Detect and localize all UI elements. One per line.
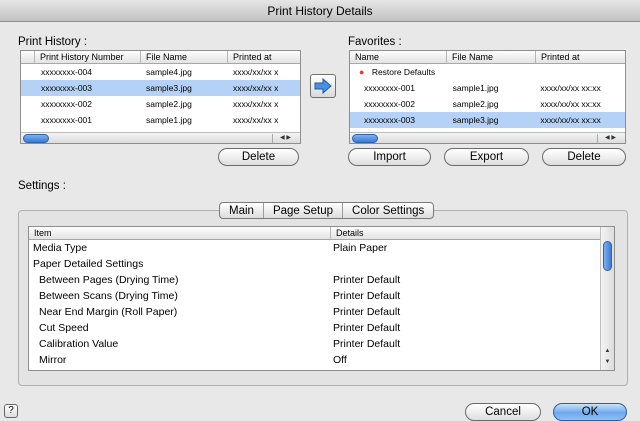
col-details[interactable]: Details <box>331 227 601 239</box>
scroll-thumb[interactable] <box>352 134 378 143</box>
settings-details-cell: Printer Default <box>333 290 401 302</box>
settings-rows: Media Type Plain Paper Paper Detailed Sett… <box>29 240 614 368</box>
history-file-cell: sample4.jpg <box>146 67 192 77</box>
history-number-cell: xxxxxxxx-002 <box>41 99 93 109</box>
restore-defaults-label: Restore Defaults <box>371 67 436 77</box>
favorite-printed-cell: xxxx/xx/xx xx:xx <box>540 99 601 109</box>
col-fav-file-name[interactable]: File Name <box>447 51 536 63</box>
settings-details-cell: Off <box>333 354 347 366</box>
favorite-file-cell: sample2.jpg <box>452 99 499 109</box>
favorite-file-cell: sample3.jpg <box>452 115 499 125</box>
favorite-printed-cell: xxxx/xx/xx xx:xx <box>540 115 601 125</box>
import-button[interactable]: Import <box>348 148 431 166</box>
history-number-cell: xxxxxxxx-004 <box>41 67 93 77</box>
favorite-row[interactable]: xxxxxxxx-002 sample2.jpg xxxx/xx/xx xx:xx <box>350 96 625 112</box>
settings-row[interactable]: Mirror Off <box>29 352 614 368</box>
favorites-table[interactable]: Name File Name Printed at ● Restore Defa… <box>349 50 626 144</box>
settings-row[interactable]: Between Scans (Drying Time) Printer Defau… <box>29 288 614 304</box>
scroll-arrows-icon[interactable]: ▲ ▼ <box>601 346 614 370</box>
restore-defaults-row[interactable]: ● Restore Defaults <box>350 64 625 80</box>
history-row[interactable]: xxxxxxxx-002 sample2.jpg xxxx/xx/xx x <box>21 96 300 112</box>
scroll-thumb[interactable] <box>23 134 49 143</box>
favorites-label: Favorites : <box>348 36 402 48</box>
settings-details-cell <box>331 256 601 272</box>
window-title: Print History Details <box>0 0 640 22</box>
settings-row[interactable]: Near End Margin (Roll Paper) Printer Defa… <box>29 304 614 320</box>
history-printed-cell: xxxx/xx/xx x <box>233 115 279 125</box>
favorites-header: Name File Name Printed at <box>350 51 625 64</box>
settings-item-cell: Paper Detailed Settings <box>33 258 144 270</box>
settings-details-cell: Plain Paper <box>333 242 388 254</box>
favorite-row[interactable]: xxxxxxxx-001 sample1.jpg xxxx/xx/xx xx:xx <box>350 80 625 96</box>
history-printed-cell: xxxx/xx/xx x <box>233 67 279 77</box>
settings-item-cell: Near End Margin (Roll Paper) <box>39 306 178 318</box>
settings-item-cell: Calibration Value <box>39 338 119 350</box>
favorites-horizontal-scrollbar[interactable]: ◀ ▶ <box>350 132 625 143</box>
settings-item-cell: Between Scans (Drying Time) <box>39 290 178 302</box>
ok-button[interactable]: OK <box>553 403 627 421</box>
help-icon[interactable]: ? <box>4 404 18 418</box>
favorite-file-cell: sample1.jpg <box>452 83 499 93</box>
print-history-table[interactable]: Print History Number File Name Printed a… <box>20 50 301 144</box>
export-button[interactable]: Export <box>444 148 529 166</box>
history-number-cell: xxxxxxxx-003 <box>41 83 93 93</box>
tab-color-settings[interactable]: Color Settings <box>343 203 433 218</box>
settings-item-cell: Mirror <box>39 354 67 366</box>
settings-details-cell: Printer Default <box>333 274 401 286</box>
settings-item-cell: Cut Speed <box>39 322 89 334</box>
add-to-favorites-button[interactable] <box>310 74 336 98</box>
settings-item-cell: Between Pages (Drying Time) <box>39 274 179 286</box>
red-dot-icon: ● <box>359 67 365 77</box>
history-row[interactable]: xxxxxxxx-001 sample1.jpg xxxx/xx/xx x <box>21 112 300 128</box>
settings-row[interactable]: Media Type Plain Paper <box>29 240 614 256</box>
history-file-cell: sample3.jpg <box>146 83 192 93</box>
tab-main[interactable]: Main <box>220 203 264 218</box>
settings-row[interactable]: Paper Detailed Settings <box>29 256 614 272</box>
print-history-header: Print History Number File Name Printed a… <box>21 51 300 64</box>
print-history-label: Print History : <box>18 36 88 48</box>
settings-row[interactable]: Between Pages (Drying Time) Printer Defau… <box>29 272 614 288</box>
col-item[interactable]: Item <box>29 227 331 239</box>
favorite-row[interactable]: xxxxxxxx-003 sample3.jpg xxxx/xx/xx xx:xx <box>350 112 625 128</box>
col-file-name[interactable]: File Name <box>141 51 228 63</box>
favorite-name-cell: xxxxxxxx-002 <box>364 99 416 109</box>
favorites-delete-button[interactable]: Delete <box>542 148 626 166</box>
col-name[interactable]: Name <box>350 51 447 63</box>
col-fav-printed-at[interactable]: Printed at <box>536 51 624 63</box>
scroll-arrows-icon[interactable]: ◀ ▶ <box>597 134 623 143</box>
history-printed-cell: xxxx/xx/xx x <box>233 83 279 93</box>
tab-page-setup[interactable]: Page Setup <box>264 203 344 218</box>
history-delete-button[interactable]: Delete <box>218 148 299 166</box>
scroll-thumb[interactable] <box>603 241 612 271</box>
settings-details-cell: Printer Default <box>333 306 401 318</box>
print-history-rows: xxxxxxxx-004 sample4.jpg xxxx/xx/xx x xxxxx… <box>21 64 300 128</box>
history-horizontal-scrollbar[interactable]: ◀ ▶ <box>21 132 300 143</box>
col-print-history-number[interactable]: Print History Number <box>35 51 141 63</box>
favorite-name-cell: xxxxxxxx-003 <box>364 115 416 125</box>
settings-item-cell: Media Type <box>33 242 88 254</box>
settings-table[interactable]: Item Details Media Type Plain Paper Paper … <box>28 226 615 371</box>
history-row[interactable]: xxxxxxxx-004 sample4.jpg xxxx/xx/xx x <box>21 64 300 80</box>
right-arrow-icon <box>314 77 332 95</box>
settings-details-cell: Printer Default <box>333 338 401 350</box>
settings-label: Settings : <box>18 180 66 192</box>
favorites-rows: xxxxxxxx-001 sample1.jpg xxxx/xx/xx xx:xx x… <box>350 80 625 128</box>
scroll-arrows-icon[interactable]: ◀ ▶ <box>272 134 298 143</box>
favorite-name-cell: xxxxxxxx-001 <box>364 83 416 93</box>
history-printed-cell: xxxx/xx/xx x <box>233 99 279 109</box>
settings-row[interactable]: Calibration Value Printer Default <box>29 336 614 352</box>
settings-tabs: Main Page Setup Color Settings <box>219 202 435 219</box>
cancel-button[interactable]: Cancel <box>465 403 541 421</box>
history-file-cell: sample2.jpg <box>146 99 192 109</box>
settings-row[interactable]: Cut Speed Printer Default <box>29 320 614 336</box>
favorite-printed-cell: xxxx/xx/xx xx:xx <box>540 83 601 93</box>
history-row[interactable]: xxxxxxxx-003 sample3.jpg xxxx/xx/xx x <box>21 80 300 96</box>
history-number-cell: xxxxxxxx-001 <box>41 115 93 125</box>
settings-details-cell: Printer Default <box>333 322 401 334</box>
settings-header: Item Details <box>29 227 614 240</box>
col-printed-at[interactable]: Printed at <box>228 51 300 63</box>
settings-vertical-scrollbar[interactable]: ▲ ▼ <box>600 227 614 370</box>
history-file-cell: sample1.jpg <box>146 115 192 125</box>
